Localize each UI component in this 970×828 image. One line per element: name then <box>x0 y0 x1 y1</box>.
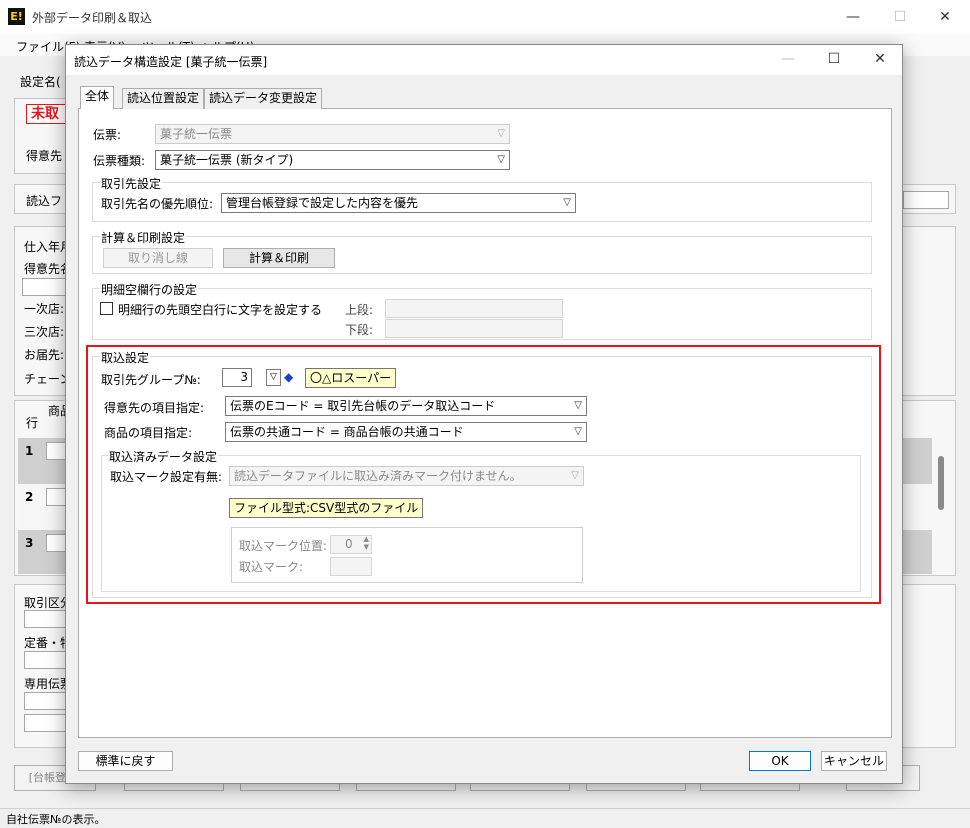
tab-read-data-change[interactable]: 読込データ変更設定 <box>204 88 323 109</box>
slip-type-select-value: 菓子統一伝票 (新タイプ) <box>160 153 294 167</box>
supplier-settings-title: 取引先設定 <box>100 175 163 192</box>
supplier-priority-label: 取引先名の優先順位: <box>101 197 214 211</box>
app-logo-icon: E! <box>8 8 25 25</box>
supplier-priority-value: 管理台帳登録で設定した内容を優先 <box>226 196 419 210</box>
table-row-right <box>902 530 932 574</box>
grid-scrollbar-thumb[interactable] <box>938 456 944 510</box>
delivery-label: お届先: <box>24 348 65 362</box>
app-minimize-icon[interactable]: — <box>843 8 863 26</box>
chevron-down-icon: ▽ <box>497 154 505 165</box>
dialog-maximize-icon[interactable]: ☐ <box>824 50 844 68</box>
app-close-icon[interactable]: ✕ <box>935 8 955 26</box>
blank-line-checkbox-label: 明細行の先頭空白行に文字を設定する <box>118 303 323 317</box>
slip-label: 伝票: <box>93 128 122 142</box>
strikethrough-button[interactable]: 取り消し線 <box>103 248 213 268</box>
dialog-close-icon[interactable]: ✕ <box>870 50 890 68</box>
upper-row-label: 上段: <box>345 303 374 317</box>
cancel-button[interactable]: キャンセル <box>821 751 887 771</box>
primary-store-label: 一次店: <box>24 302 65 316</box>
dialog-title: 読込データ構造設定 [菓子統一伝票] <box>74 55 268 69</box>
row-cell[interactable] <box>46 534 66 552</box>
dedicated-slip-field-1[interactable] <box>24 692 66 710</box>
slip-type-label: 伝票種類: <box>93 154 146 168</box>
tertiary-store-label: 三次店: <box>24 325 65 339</box>
row-cell[interactable] <box>46 488 66 506</box>
customer-field[interactable] <box>22 278 66 296</box>
calc-print-button[interactable]: 計算＆印刷 <box>223 248 335 268</box>
slip-type-select[interactable]: 菓子統一伝票 (新タイプ) ▽ <box>155 150 510 170</box>
calc-print-title: 計算＆印刷設定 <box>100 229 187 246</box>
reset-default-button[interactable]: 標準に戻す <box>78 751 173 771</box>
trade-class-field[interactable] <box>24 610 66 628</box>
slip-select[interactable]: 菓子統一伝票 ▽ <box>155 124 510 144</box>
highlight-frame <box>86 345 881 604</box>
slip-info-panel-right <box>902 226 956 396</box>
read-file-label: 読込フ <box>26 194 63 208</box>
settings-name-label: 設定名( <box>20 75 61 89</box>
chevron-down-icon: ▽ <box>497 128 505 139</box>
ok-button[interactable]: OK <box>749 751 811 771</box>
regular-special-field[interactable] <box>24 651 66 669</box>
app-title: 外部データ印刷＆取込 <box>32 11 153 25</box>
row-cell[interactable] <box>46 442 66 460</box>
read-file-path-field[interactable] <box>903 191 949 209</box>
blank-line-checkbox[interactable] <box>100 302 113 315</box>
status-text: 自社伝票№の表示。 <box>6 813 106 826</box>
chevron-down-icon: ▽ <box>563 197 571 208</box>
supplier-priority-select[interactable]: 管理台帳登録で設定した内容を優先 ▽ <box>221 193 576 213</box>
row-number: 2 <box>25 490 34 504</box>
table-row-right <box>902 438 932 484</box>
dialog-minimize-icon[interactable]: — <box>778 50 798 68</box>
upper-row-input[interactable] <box>385 299 563 318</box>
row-number: 1 <box>25 444 34 458</box>
dedicated-slip-field-2[interactable] <box>24 714 66 732</box>
status-bar <box>0 808 970 828</box>
lower-row-input[interactable] <box>385 319 563 338</box>
app-maximize-icon[interactable]: ☐ <box>890 8 910 26</box>
slip-select-value: 菓子統一伝票 <box>160 127 233 141</box>
row-number: 3 <box>25 536 34 550</box>
row-header: 行 <box>26 416 39 430</box>
unimported-badge: 未取 <box>26 104 66 124</box>
trade-panel-right <box>902 584 956 748</box>
tab-read-position[interactable]: 読込位置設定 <box>122 88 205 109</box>
blank-line-title: 明細空欄行の設定 <box>100 281 199 298</box>
tab-general[interactable]: 全体 <box>80 86 115 109</box>
lower-row-label: 下段: <box>345 323 374 337</box>
customer-top-label: 得意先 <box>26 149 63 163</box>
